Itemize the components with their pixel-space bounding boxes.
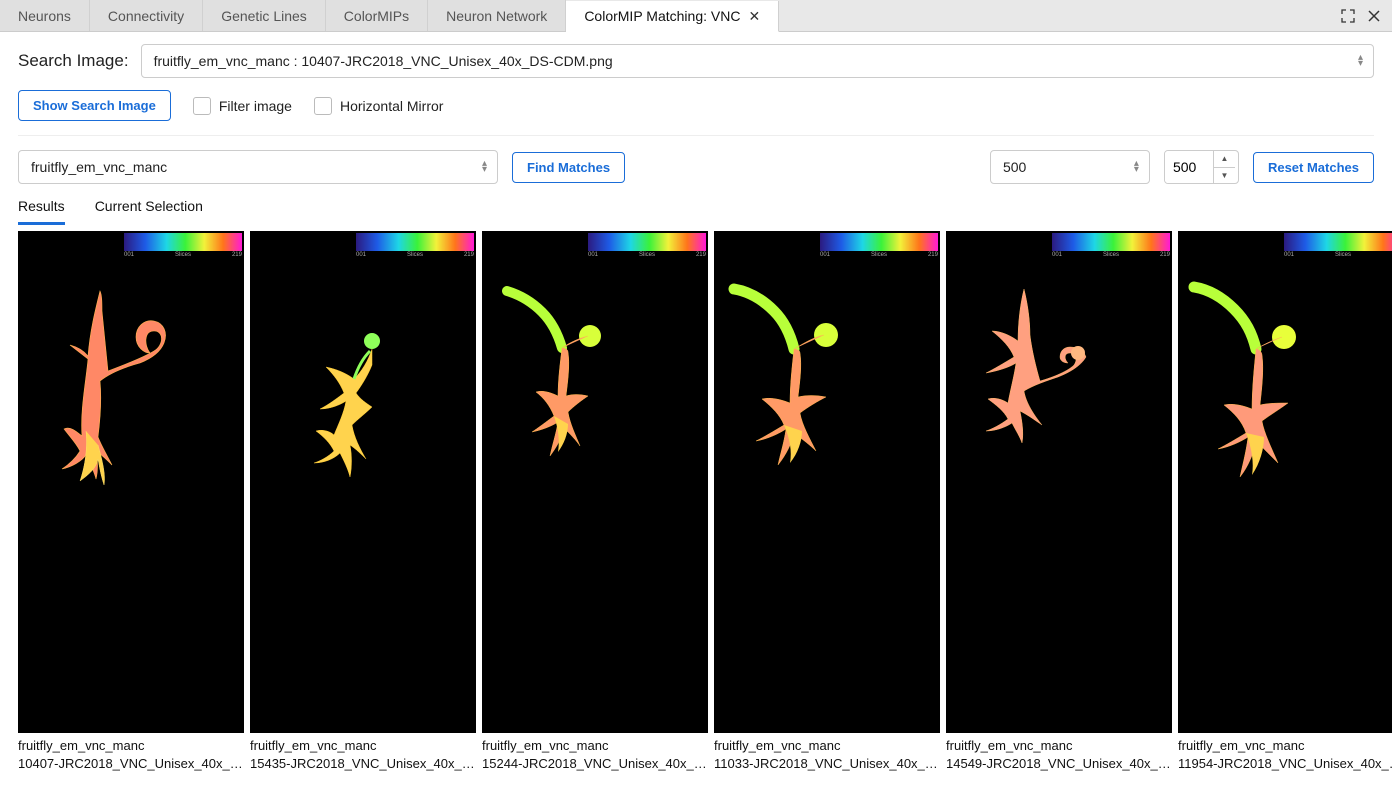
close-icon[interactable]: ✕ xyxy=(748,8,760,25)
colorbar xyxy=(588,233,706,251)
colorbar-labels: 001Slices219 xyxy=(1052,252,1170,258)
result-meta: fruitfly_em_vnc_manc 14549-JRC2018_VNC_U… xyxy=(946,737,1172,773)
colorbar-labels: 001Slices219 xyxy=(588,252,706,258)
colorbar-labels: 001Slices219 xyxy=(820,252,938,258)
tab-connectivity[interactable]: Connectivity xyxy=(90,0,203,31)
show-search-image-button[interactable]: Show Search Image xyxy=(18,90,171,121)
checkbox-icon xyxy=(314,97,332,115)
colorbar xyxy=(356,233,474,251)
tab-colormip-matching-vnc[interactable]: ColorMIP Matching: VNC ✕ xyxy=(566,1,779,32)
spinner-down-icon[interactable]: ▼ xyxy=(1214,168,1235,184)
result-card[interactable]: 001Slices219 fruitfly_em_vnc_manc 15244-… xyxy=(482,231,708,773)
dataset-select-value: fruitfly_em_vnc_manc xyxy=(31,159,167,175)
sub-tabs: Results Current Selection xyxy=(18,184,1374,225)
colorbar xyxy=(820,233,938,251)
result-thumbnail[interactable]: 001Slices219 xyxy=(482,231,708,733)
result-meta: fruitfly_em_vnc_manc 11033-JRC2018_VNC_U… xyxy=(714,737,940,773)
search-image-select[interactable]: fruitfly_em_vnc_manc : 10407-JRC2018_VNC… xyxy=(141,44,1374,78)
result-card[interactable]: 001Slices219 fruitfly_em_vnc_manc 10407-… xyxy=(18,231,244,773)
chevron-up-down-icon: ▴▾ xyxy=(482,161,487,173)
search-image-row: Search Image: fruitfly_em_vnc_manc : 104… xyxy=(18,44,1374,78)
options-row: Show Search Image Filter image Horizonta… xyxy=(18,90,1374,136)
neuron-icon xyxy=(1184,275,1364,510)
search-image-value: fruitfly_em_vnc_manc : 10407-JRC2018_VNC… xyxy=(154,53,613,69)
content-area: Search Image: fruitfly_em_vnc_manc : 104… xyxy=(0,32,1392,785)
result-card[interactable]: 001Slices219 fruitfly_em_vnc_manc 15435-… xyxy=(250,231,476,773)
tab-neuron-network[interactable]: Neuron Network xyxy=(428,0,566,31)
result-meta: fruitfly_em_vnc_manc 15435-JRC2018_VNC_U… xyxy=(250,737,476,773)
filter-image-checkbox[interactable]: Filter image xyxy=(193,97,292,115)
result-card[interactable]: 001Slices219 fruitfly_em_vnc_manc 11954-… xyxy=(1178,231,1392,773)
sub-tab-current-selection[interactable]: Current Selection xyxy=(95,198,203,225)
tab-genetic-lines[interactable]: Genetic Lines xyxy=(203,0,326,31)
count-spinner[interactable]: ▲ ▼ xyxy=(1164,150,1239,184)
limit-select-value: 500 xyxy=(1003,159,1026,175)
checkbox-icon xyxy=(193,97,211,115)
result-thumbnail[interactable]: 001Slices219 xyxy=(250,231,476,733)
sub-tab-results[interactable]: Results xyxy=(18,198,65,225)
neuron-icon xyxy=(964,281,1134,471)
horizontal-mirror-label: Horizontal Mirror xyxy=(340,98,443,114)
result-meta: fruitfly_em_vnc_manc 11954-JRC2018_VNC_U… xyxy=(1178,737,1392,773)
colorbar xyxy=(1284,233,1392,251)
colorbar-labels: 001Slices219 xyxy=(124,252,242,258)
colorbar xyxy=(1052,233,1170,251)
result-thumbnail[interactable]: 001Slices219 xyxy=(1178,231,1392,733)
reset-matches-button[interactable]: Reset Matches xyxy=(1253,152,1374,183)
colorbar xyxy=(124,233,242,251)
neuron-icon xyxy=(492,276,662,496)
limit-select[interactable]: 500 ▴▾ xyxy=(990,150,1150,184)
neuron-icon xyxy=(280,311,420,491)
search-image-label: Search Image: xyxy=(18,51,129,71)
tab-colormips[interactable]: ColorMIPs xyxy=(326,0,428,31)
neuron-icon xyxy=(722,275,897,500)
controls-row: fruitfly_em_vnc_manc ▴▾ Find Matches 500… xyxy=(18,136,1374,184)
result-meta: fruitfly_em_vnc_manc 15244-JRC2018_VNC_U… xyxy=(482,737,708,773)
maximize-icon[interactable] xyxy=(1340,8,1356,24)
close-panel-icon[interactable] xyxy=(1366,8,1382,24)
result-meta: fruitfly_em_vnc_manc 10407-JRC2018_VNC_U… xyxy=(18,737,244,773)
horizontal-mirror-checkbox[interactable]: Horizontal Mirror xyxy=(314,97,443,115)
chevron-up-down-icon: ▴▾ xyxy=(1134,161,1139,173)
result-thumbnail[interactable]: 001Slices219 xyxy=(714,231,940,733)
count-spinner-input[interactable] xyxy=(1165,151,1213,183)
neuron-icon xyxy=(40,281,200,491)
spinner-up-icon[interactable]: ▲ xyxy=(1214,151,1235,168)
find-matches-button[interactable]: Find Matches xyxy=(512,152,625,183)
result-card[interactable]: 001Slices219 fruitfly_em_vnc_manc 11033-… xyxy=(714,231,940,773)
result-thumbnail[interactable]: 001Slices219 xyxy=(18,231,244,733)
dataset-select[interactable]: fruitfly_em_vnc_manc ▴▾ xyxy=(18,150,498,184)
tab-neurons[interactable]: Neurons xyxy=(0,0,90,31)
results-grid: 001Slices219 fruitfly_em_vnc_manc 10407-… xyxy=(18,231,1374,773)
tab-bar: Neurons Connectivity Genetic Lines Color… xyxy=(0,0,1392,32)
colorbar-labels: 001Slices219 xyxy=(356,252,474,258)
filter-image-label: Filter image xyxy=(219,98,292,114)
colorbar-labels: 001Slices219 xyxy=(1284,252,1392,258)
result-card[interactable]: 001Slices219 fruitfly_em_vnc_manc 14549-… xyxy=(946,231,1172,773)
result-thumbnail[interactable]: 001Slices219 xyxy=(946,231,1172,733)
chevron-up-down-icon: ▴▾ xyxy=(1358,55,1363,67)
